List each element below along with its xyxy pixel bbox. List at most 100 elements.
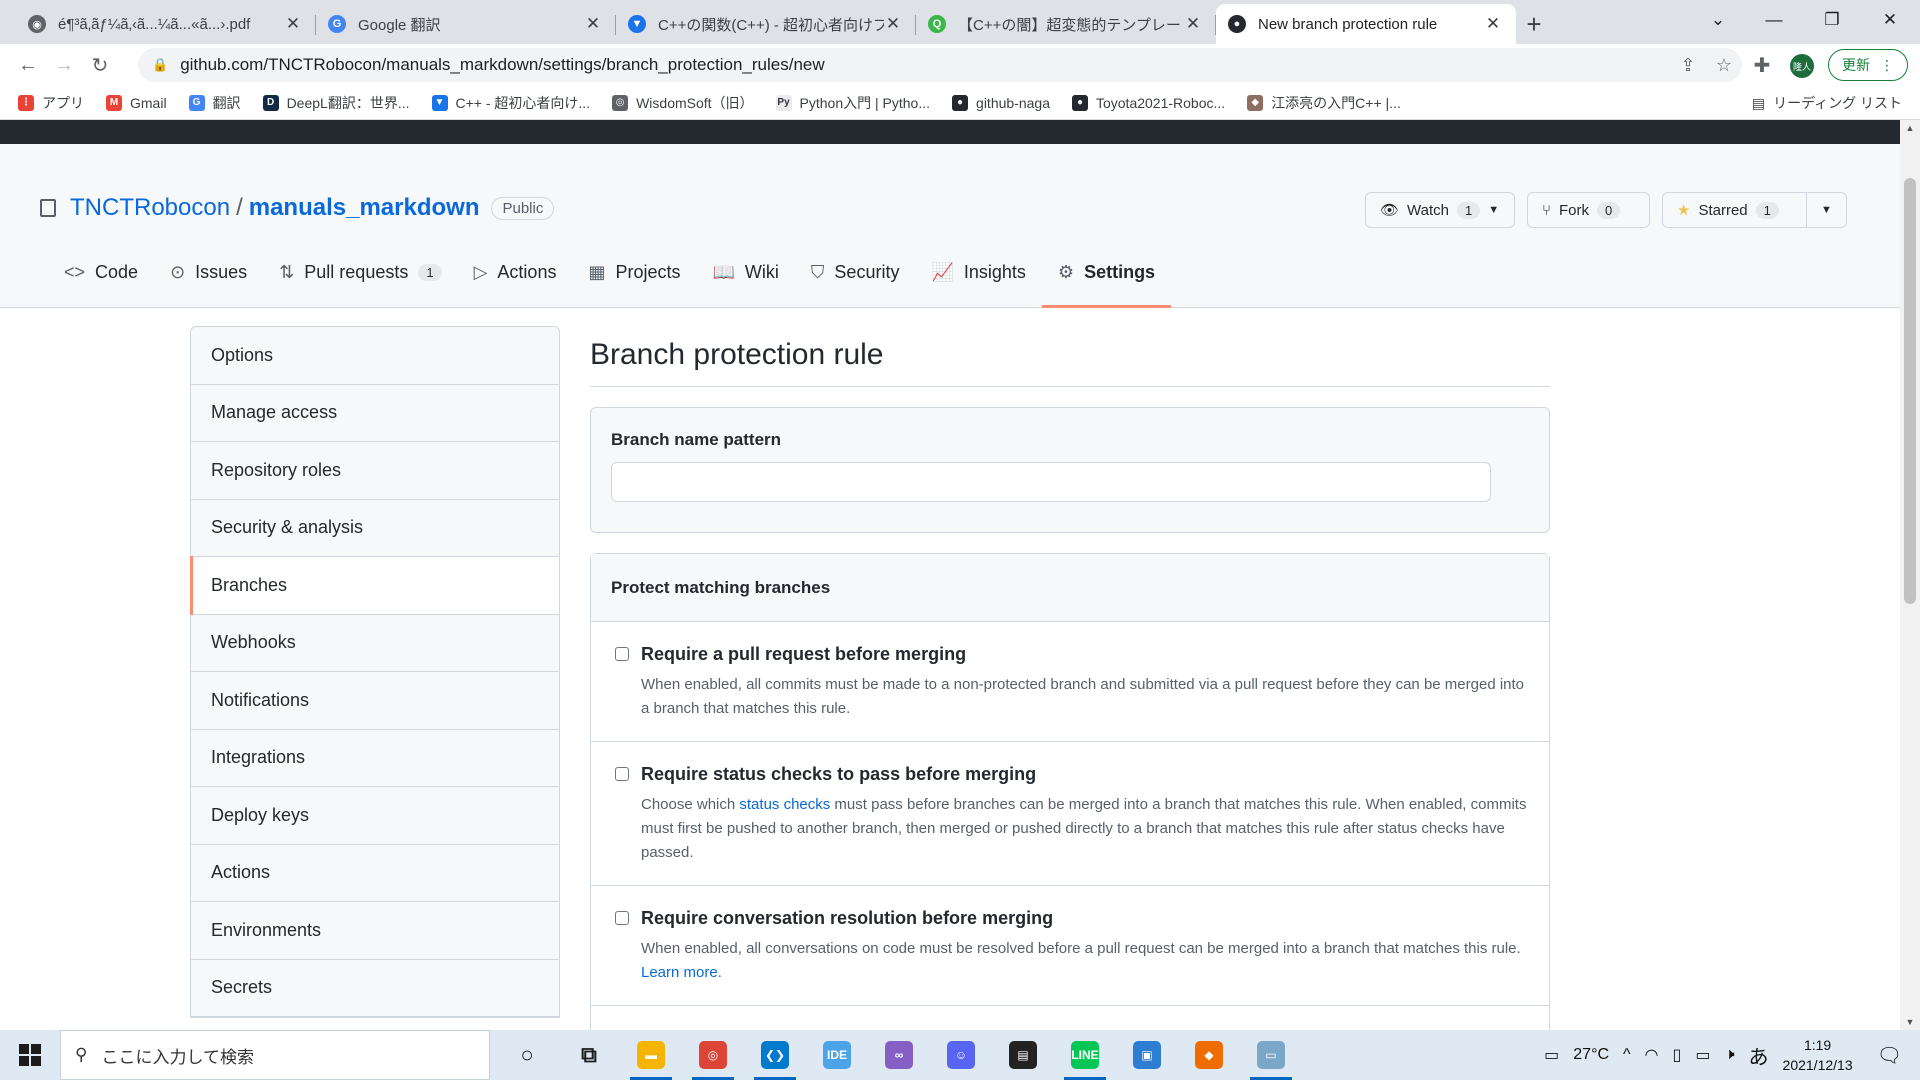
sidebar-item-manage-access[interactable]: Manage access	[191, 385, 559, 442]
taskbar-cortana[interactable]: ○	[496, 1030, 558, 1080]
back-icon[interactable]: ←	[10, 47, 46, 83]
tab-settings[interactable]: ⚙ Settings	[1041, 236, 1172, 308]
taskbar-chrome[interactable]: ◎	[682, 1030, 744, 1080]
address-bar[interactable]: 🔒 github.com/TNCTRobocon/manuals_markdow…	[138, 48, 1742, 82]
sidebar-item-deploy-keys[interactable]: Deploy keys	[191, 787, 559, 845]
browser-tab[interactable]: ● New branch protection rule ✕	[1216, 4, 1516, 44]
new-tab-button[interactable]: +	[1516, 4, 1552, 44]
sidebar-item-integrations[interactable]: Integrations	[191, 730, 559, 787]
tab-actions[interactable]: ▷ Actions	[458, 236, 573, 308]
weather-icon[interactable]: ▭	[1544, 1045, 1559, 1065]
scroll-down-icon[interactable]: ▼	[1900, 1014, 1920, 1030]
bookmark-item[interactable]: ● github-naga	[952, 94, 1050, 111]
taskbar-line[interactable]: LINE	[1054, 1030, 1116, 1080]
taskbar-visual-studio[interactable]: ∞	[868, 1030, 930, 1080]
bookmark-item[interactable]: G 翻訳	[188, 93, 241, 113]
fork-button[interactable]: ⑂ Fork 0	[1527, 192, 1650, 228]
page-scrollbar[interactable]: ▲ ▼	[1900, 120, 1920, 1030]
taskbar-task-view[interactable]: ⧉	[558, 1030, 620, 1080]
scroll-up-icon[interactable]: ▲	[1900, 120, 1920, 136]
repo-name-link[interactable]: manuals_markdown	[249, 194, 480, 222]
sidebar-item-security-analysis[interactable]: Security & analysis	[191, 500, 559, 557]
scroll-thumb[interactable]	[1904, 178, 1916, 604]
rule-title[interactable]: Require a pull request before merging	[641, 644, 1529, 665]
browser-tab[interactable]: ▼ C++の関数(C++) - 超初心者向けプ ✕	[616, 4, 916, 44]
profile-avatar[interactable]: 隆人	[1790, 54, 1814, 78]
extensions-icon[interactable]: ✚	[1744, 47, 1780, 83]
notification-icon[interactable]: 🗨	[1877, 1043, 1902, 1068]
bookmark-item[interactable]: ⋮ アプリ	[18, 93, 84, 113]
rule-title[interactable]: Require conversation resolution before m…	[641, 908, 1529, 929]
taskbar-film[interactable]: ▤	[992, 1030, 1054, 1080]
tab-wiki[interactable]: 📖 Wiki	[697, 236, 795, 308]
tab-close-icon[interactable]: ✕	[284, 15, 302, 33]
start-button[interactable]	[0, 1030, 60, 1080]
watch-button[interactable]: 👁 Watch 1 ▼	[1365, 192, 1515, 228]
bookmark-item[interactable]: M Gmail	[106, 94, 167, 111]
bookmark-item[interactable]: Py Python入門 | Pytho...	[775, 93, 930, 113]
bookmark-item[interactable]: D DeepL翻訳：世界...	[262, 93, 410, 113]
minimize-icon[interactable]: —	[1746, 0, 1802, 40]
url-text[interactable]: github.com/TNCTRobocon/manuals_markdown/…	[180, 55, 1670, 75]
bookmark-item[interactable]: ◎ WisdomSoft（旧）	[612, 93, 754, 113]
maximize-icon[interactable]: ❐	[1804, 0, 1860, 40]
bookmark-star-icon[interactable]: ☆	[1706, 55, 1742, 76]
browser-tab[interactable]: Q 【C++の闇】超変態的テンプレートメタ✕	[916, 4, 1216, 44]
bookmark-item[interactable]: ● Toyota2021-Roboc...	[1071, 94, 1225, 111]
tab-issues[interactable]: ⊙ Issues	[154, 236, 263, 308]
star-button[interactable]: ★ Starred 1 ▼	[1662, 192, 1847, 228]
tab-close-icon[interactable]: ✕	[1184, 15, 1202, 33]
rule-desc-link[interactable]: status checks	[739, 796, 830, 813]
rule-title[interactable]: Require status checks to pass before mer…	[641, 764, 1529, 785]
taskbar-discord[interactable]: ☺	[930, 1030, 992, 1080]
tab-close-icon[interactable]: ✕	[1484, 15, 1502, 33]
device-icon[interactable]: ▯	[1673, 1045, 1682, 1065]
tab-insights[interactable]: 📈 Insights	[915, 236, 1041, 308]
rule-desc-link[interactable]: Learn more	[641, 964, 718, 981]
tab-code[interactable]: <> Code	[48, 236, 154, 308]
rule-checkbox[interactable]	[615, 767, 629, 781]
reload-icon[interactable]: ↻	[82, 47, 118, 83]
bookmark-item[interactable]: ◆ 江添亮の入門C++ |...	[1247, 93, 1401, 113]
sidebar-item-environments[interactable]: Environments	[191, 902, 559, 960]
repo-owner-link[interactable]: TNCTRobocon	[70, 194, 230, 222]
taskbar-sourcetree[interactable]: ◆	[1178, 1030, 1240, 1080]
reading-list[interactable]: ▤ リーディング リスト	[1752, 86, 1902, 120]
forward-icon[interactable]: →	[46, 47, 82, 83]
tab-pull-requests[interactable]: ⇅ Pull requests 1	[263, 236, 457, 308]
star-dropdown-icon[interactable]: ▼	[1806, 193, 1846, 227]
chevron-up-icon[interactable]: ^	[1623, 1046, 1631, 1064]
taskbar-ide[interactable]: IDE	[806, 1030, 868, 1080]
share-icon[interactable]: ⇪	[1670, 55, 1706, 76]
rule-checkbox[interactable]	[615, 911, 629, 925]
sidebar-item-actions[interactable]: Actions	[191, 845, 559, 902]
bookmark-item[interactable]: ▼ C++ - 超初心者向け...	[431, 93, 590, 113]
battery-icon[interactable]: ▭	[1695, 1045, 1710, 1065]
volume-mute-icon[interactable]: 🕨	[1724, 1046, 1734, 1064]
tab-security[interactable]: ⛉ Security	[795, 236, 916, 308]
rule-checkbox[interactable]	[615, 647, 629, 661]
tab-projects[interactable]: ▦ Projects	[572, 236, 696, 308]
sidebar-item-repository-roles[interactable]: Repository roles	[191, 442, 559, 500]
close-window-icon[interactable]: ✕	[1862, 0, 1918, 40]
sidebar-item-branches[interactable]: Branches	[190, 556, 559, 615]
tab-close-icon[interactable]: ✕	[884, 15, 902, 33]
tab-close-icon[interactable]: ✕	[584, 15, 602, 33]
taskbar-remote[interactable]: ▭	[1240, 1030, 1302, 1080]
sidebar-item-secrets[interactable]: Secrets	[191, 960, 559, 1017]
sidebar-item-webhooks[interactable]: Webhooks	[191, 615, 559, 672]
tab-search-icon[interactable]: ⌄	[1690, 0, 1746, 40]
browser-tab[interactable]: G Google 翻訳 ✕	[316, 4, 616, 44]
browser-tab[interactable]: ◉ é¶³ã‚ãƒ¼ã‚‹ã...¼ã...«ã...›.pdf ✕	[16, 4, 316, 44]
clock[interactable]: 1:19 2021/12/13	[1783, 1035, 1853, 1075]
branch-pattern-input[interactable]	[611, 462, 1491, 502]
taskbar-vscode[interactable]: ❮❯	[744, 1030, 806, 1080]
taskbar-search[interactable]: ⚲ ここに入力して検索	[60, 1030, 490, 1080]
wifi-icon[interactable]: ◠	[1645, 1045, 1659, 1065]
update-button[interactable]: 更新 ⋮	[1828, 49, 1908, 81]
taskbar-file-explorer[interactable]: ▬	[620, 1030, 682, 1080]
taskbar-app-blue[interactable]: ▣	[1116, 1030, 1178, 1080]
sidebar-item-options[interactable]: Options	[191, 327, 559, 385]
weather-text[interactable]: 27°C	[1573, 1046, 1609, 1064]
ime-indicator[interactable]: あ	[1749, 1041, 1769, 1070]
